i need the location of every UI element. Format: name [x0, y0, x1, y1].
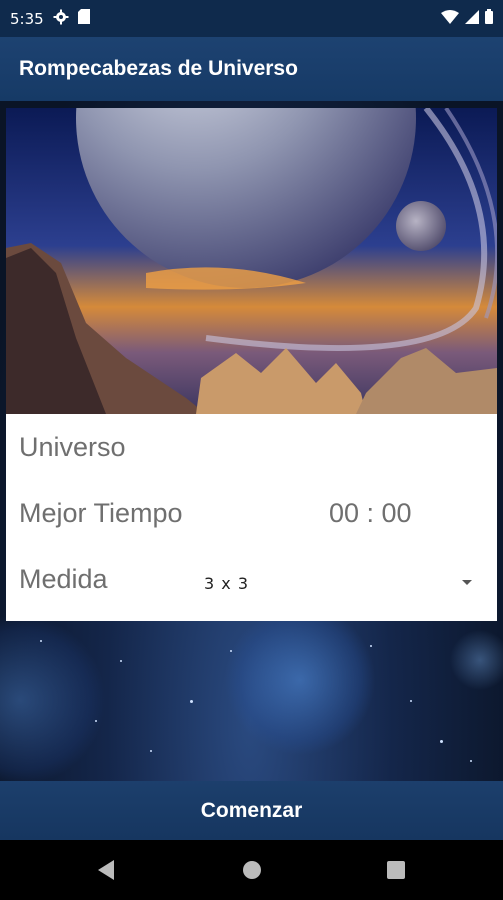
dropdown-arrow-icon [462, 580, 472, 585]
recents-icon[interactable] [387, 861, 405, 883]
wifi-icon [441, 9, 459, 28]
status-time: 5:35 [10, 9, 44, 28]
start-button[interactable]: Comenzar [0, 781, 503, 840]
back-icon[interactable] [96, 859, 116, 885]
best-time-label: Mejor Tiempo [19, 498, 183, 528]
size-dropdown-value: 3 x 3 [204, 574, 249, 593]
size-dropdown[interactable]: 3 x 3 [196, 562, 487, 602]
best-time-value: 00 : 00 [329, 498, 412, 528]
settings-gear-icon [53, 9, 69, 29]
puzzle-name: Universo [19, 432, 126, 462]
battery-icon [485, 9, 493, 28]
app-bar: Rompecabezas de Universo [0, 37, 503, 101]
sd-card-icon [77, 9, 90, 28]
home-icon[interactable] [242, 860, 262, 884]
size-label: Medida [19, 564, 108, 594]
app-title: Rompecabezas de Universo [19, 57, 298, 80]
signal-icon [465, 9, 479, 28]
status-bar: 5:35 [0, 0, 503, 37]
puzzle-info-card: Universo Mejor Tiempo 00 : 00 Medida 3 x… [6, 414, 497, 621]
system-nav-bar [0, 840, 503, 900]
puzzle-image[interactable] [6, 108, 497, 414]
